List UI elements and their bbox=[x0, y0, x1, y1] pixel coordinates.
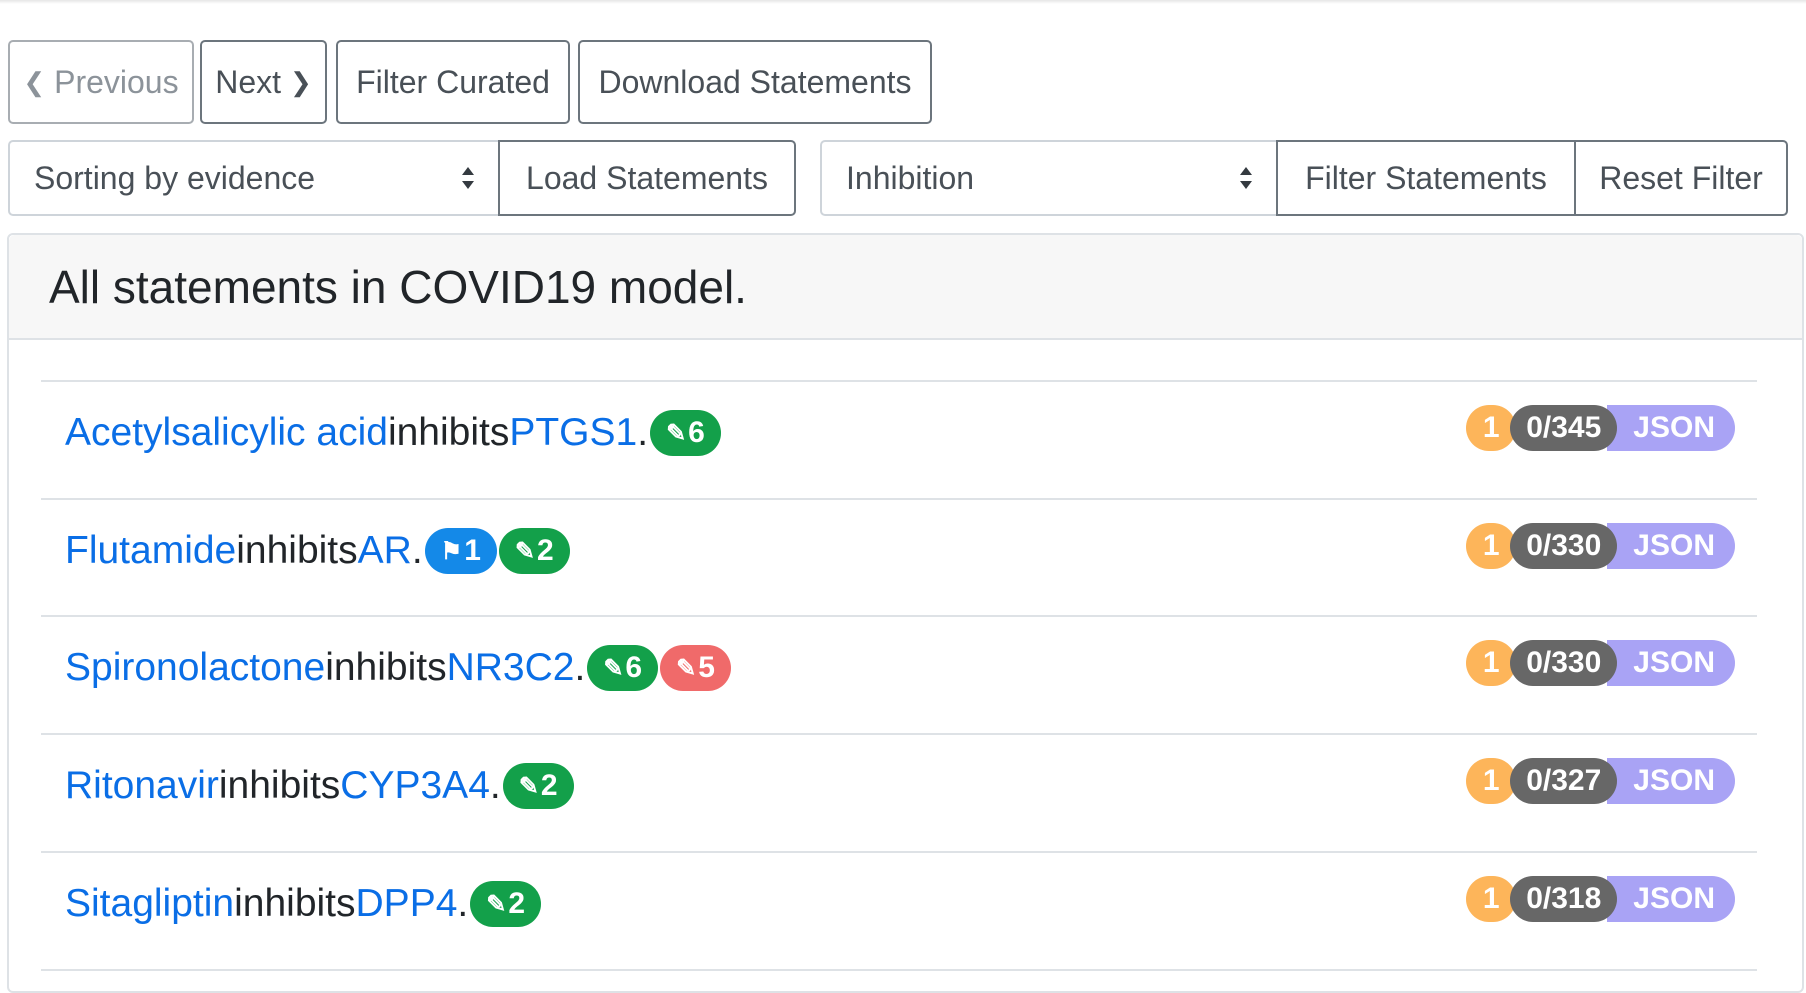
evidence-count-badge[interactable]: 1 bbox=[1466, 405, 1517, 451]
belief-ratio-badge[interactable]: 0/330 bbox=[1510, 640, 1618, 686]
verb-text: inhibits bbox=[236, 529, 358, 572]
statement-end: . bbox=[457, 882, 469, 925]
filter-curated-label: Filter Curated bbox=[356, 63, 550, 100]
statement-meta: 1 0/330 JSON bbox=[1466, 523, 1735, 569]
evidence-count-badge[interactable]: 1 bbox=[1466, 523, 1517, 569]
object-link[interactable]: AR bbox=[358, 529, 412, 573]
statement-type-select[interactable]: Inhibition bbox=[820, 140, 1278, 216]
json-badge[interactable]: JSON bbox=[1607, 405, 1735, 451]
pencil-icon: ✎ bbox=[486, 890, 507, 918]
top-shadow bbox=[0, 0, 1806, 4]
statement-meta: 1 0/327 JSON bbox=[1466, 758, 1735, 804]
row-divider bbox=[41, 969, 1757, 971]
json-badge[interactable]: JSON bbox=[1607, 876, 1735, 922]
next-button[interactable]: Next ❯ bbox=[200, 40, 327, 124]
badge-count: 5 bbox=[698, 651, 715, 684]
previous-button[interactable]: ❮ Previous bbox=[8, 40, 194, 124]
curation-badge[interactable]: ✎ 6 bbox=[587, 645, 659, 691]
statement-row: Spironolactone inhibits NR3C2. ✎ 6 ✎ 5 1 0/330… bbox=[41, 615, 1757, 733]
belief-ratio-badge[interactable]: 0/345 bbox=[1510, 405, 1618, 451]
chevron-right-icon: ❯ bbox=[289, 66, 312, 97]
download-statements-label: Download Statements bbox=[598, 63, 912, 100]
badge-count: 6 bbox=[625, 651, 643, 684]
card-header: All statements in COVID19 model. bbox=[9, 235, 1802, 340]
subject-link[interactable]: Spironolactone bbox=[65, 646, 325, 690]
verb-text: inhibits bbox=[218, 764, 341, 807]
statement-text: Flutamide inhibits AR. ⚑ 1 ✎ 2 bbox=[65, 528, 570, 574]
statement-text: Acetylsalicylic acid inhibits PTGS1. ✎ 6 bbox=[65, 410, 721, 456]
json-badge[interactable]: JSON bbox=[1607, 758, 1735, 804]
evidence-count-badge[interactable]: 1 bbox=[1466, 758, 1517, 804]
pencil-icon: ✎ bbox=[666, 419, 687, 447]
sort-arrows-icon bbox=[1240, 167, 1252, 189]
filter-statements-button[interactable]: Filter Statements bbox=[1276, 140, 1576, 216]
load-statements-button[interactable]: Load Statements bbox=[498, 140, 796, 216]
curation-badge[interactable]: ✎ 2 bbox=[502, 763, 574, 809]
curation-badge[interactable]: ✎ 6 bbox=[650, 410, 721, 456]
statement-type-value: Inhibition bbox=[846, 159, 975, 196]
pencil-icon: ✎ bbox=[518, 772, 539, 800]
statement-row: Acetylsalicylic acid inhibits PTGS1. ✎ 6 1 0… bbox=[41, 380, 1757, 498]
object-link[interactable]: PTGS1 bbox=[509, 411, 637, 455]
badge-count: 2 bbox=[508, 887, 526, 920]
reset-filter-label: Reset Filter bbox=[1599, 159, 1763, 196]
curation-badge[interactable]: ✎ 5 bbox=[660, 645, 731, 691]
json-badge[interactable]: JSON bbox=[1607, 640, 1735, 686]
statement-row: Flutamide inhibits AR. ⚑ 1 ✎ 2 1 0/330 JSON bbox=[41, 498, 1757, 616]
statement-end: . bbox=[637, 411, 649, 454]
evidence-count-badge[interactable]: 1 bbox=[1466, 640, 1517, 686]
statement-text: Ritonavir inhibits CYP3A4. ✎ 2 bbox=[65, 763, 574, 809]
next-label: Next bbox=[215, 63, 282, 100]
filter-curated-button[interactable]: Filter Curated bbox=[336, 40, 570, 124]
badge-count: 1 bbox=[464, 534, 481, 567]
download-statements-button[interactable]: Download Statements bbox=[578, 40, 932, 124]
subject-link[interactable]: Ritonavir bbox=[65, 764, 219, 808]
load-statements-label: Load Statements bbox=[526, 159, 768, 196]
subject-link[interactable]: Flutamide bbox=[65, 529, 236, 573]
card-title: All statements in COVID19 model. bbox=[49, 260, 747, 313]
statement-end: . bbox=[411, 529, 423, 572]
verb-text: inhibits bbox=[234, 882, 356, 925]
belief-ratio-badge[interactable]: 0/327 bbox=[1510, 758, 1618, 804]
sort-select-value: Sorting by evidence bbox=[34, 159, 316, 196]
badge-count: 6 bbox=[688, 416, 705, 449]
flag-badge[interactable]: ⚑ 1 bbox=[424, 528, 497, 574]
curation-badge[interactable]: ✎ 2 bbox=[470, 881, 542, 927]
curation-badge[interactable]: ✎ 2 bbox=[498, 528, 570, 574]
filter-statements-label: Filter Statements bbox=[1305, 159, 1547, 196]
chevron-left-icon: ❮ bbox=[23, 66, 46, 97]
badge-count: 2 bbox=[536, 534, 554, 567]
statement-text: Spironolactone inhibits NR3C2. ✎ 6 ✎ 5 bbox=[65, 645, 731, 691]
flag-icon: ⚑ bbox=[440, 537, 463, 565]
evidence-count-badge[interactable]: 1 bbox=[1466, 876, 1517, 922]
pencil-icon: ✎ bbox=[514, 537, 535, 565]
reset-filter-button[interactable]: Reset Filter bbox=[1574, 140, 1788, 216]
badge-count: 2 bbox=[540, 769, 558, 802]
statement-end: . bbox=[489, 764, 501, 807]
statement-row: Ritonavir inhibits CYP3A4. ✎ 2 1 0/327 JSON bbox=[41, 733, 1757, 851]
verb-text: inhibits bbox=[325, 646, 447, 689]
belief-ratio-badge[interactable]: 0/318 bbox=[1510, 876, 1618, 922]
pencil-icon: ✎ bbox=[603, 654, 624, 682]
subject-link[interactable]: Acetylsalicylic acid bbox=[65, 411, 388, 455]
object-link[interactable]: NR3C2 bbox=[447, 646, 575, 690]
json-badge[interactable]: JSON bbox=[1607, 523, 1735, 569]
statement-text: Sitagliptin inhibits DPP4. ✎ 2 bbox=[65, 881, 542, 927]
sort-select[interactable]: Sorting by evidence bbox=[8, 140, 500, 216]
subject-link[interactable]: Sitagliptin bbox=[65, 882, 234, 926]
statement-meta: 1 0/330 JSON bbox=[1466, 640, 1735, 686]
pencil-icon: ✎ bbox=[676, 654, 697, 682]
previous-label: Previous bbox=[54, 63, 179, 100]
sort-arrows-icon bbox=[462, 167, 474, 189]
statement-end: . bbox=[574, 646, 586, 689]
object-link[interactable]: DPP4 bbox=[356, 882, 458, 926]
belief-ratio-badge[interactable]: 0/330 bbox=[1510, 523, 1618, 569]
statement-row: Sitagliptin inhibits DPP4. ✎ 2 1 0/318 JSON bbox=[41, 851, 1757, 969]
statement-meta: 1 0/318 JSON bbox=[1466, 876, 1735, 922]
statement-meta: 1 0/345 JSON bbox=[1466, 405, 1735, 451]
verb-text: inhibits bbox=[387, 411, 510, 454]
object-link[interactable]: CYP3A4 bbox=[340, 764, 490, 808]
